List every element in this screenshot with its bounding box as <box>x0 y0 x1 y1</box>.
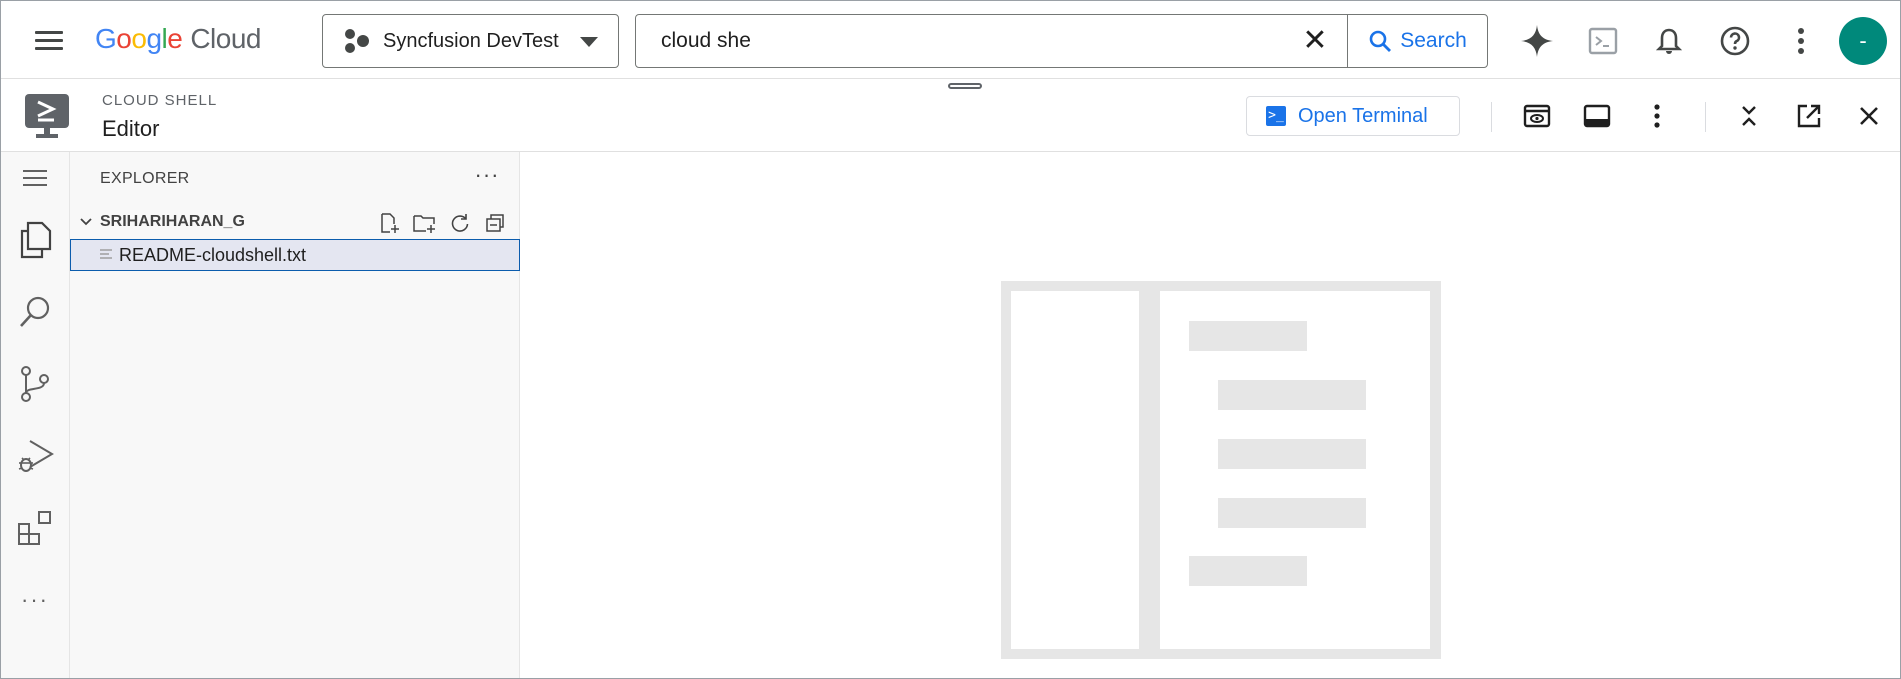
new-file-icon[interactable] <box>377 212 403 234</box>
google-cloud-logo[interactable]: Google Cloud <box>95 23 261 55</box>
resize-handle[interactable] <box>948 83 982 89</box>
cloud-shell-logo-icon <box>25 94 69 138</box>
run-debug-icon[interactable] <box>11 432 59 480</box>
source-control-icon[interactable] <box>11 360 59 408</box>
more-icon[interactable]: ··· <box>11 576 59 624</box>
toggle-panel-icon[interactable] <box>1577 96 1617 136</box>
open-in-new-window-icon[interactable] <box>1789 96 1829 136</box>
refresh-icon[interactable] <box>447 212 473 234</box>
new-folder-icon[interactable] <box>412 212 438 234</box>
minimize-icon[interactable] <box>1729 96 1769 136</box>
folder-name: SRIHARIHARAN_G <box>100 213 245 230</box>
search-icon <box>1369 30 1392 52</box>
top-bar: Google Cloud Syncfusion DevTest cloud she… <box>1 1 1900 79</box>
explorer-more-icon[interactable]: ··· <box>470 162 504 192</box>
empty-editor-illustration <box>1001 281 1441 659</box>
gemini-sparkle-icon[interactable] <box>1515 19 1559 63</box>
project-name: Syncfusion DevTest <box>383 29 559 52</box>
explorer-title: EXPLORER <box>100 170 190 187</box>
open-terminal-button[interactable]: >_ Open Terminal <box>1246 96 1460 136</box>
main-menu-icon[interactable] <box>29 25 69 57</box>
close-icon[interactable] <box>1849 96 1889 136</box>
search-button[interactable]: Search <box>1347 15 1487 67</box>
editor-title: Editor <box>102 116 160 141</box>
more-vert-icon[interactable] <box>1779 19 1823 63</box>
text-file-icon <box>100 249 112 259</box>
file-name: README-cloudshell.txt <box>119 244 307 265</box>
account-avatar[interactable]: - <box>1839 17 1887 65</box>
project-icon <box>343 27 371 55</box>
clear-search-icon[interactable]: ✕ <box>1293 19 1337 63</box>
collapse-all-icon[interactable] <box>482 212 508 234</box>
file-item-readme[interactable]: README-cloudshell.txt <box>70 239 520 271</box>
divider <box>1491 102 1492 132</box>
web-preview-icon[interactable] <box>1517 96 1557 136</box>
activity-bar: ··· <box>1 152 70 678</box>
notifications-bell-icon[interactable] <box>1647 19 1691 63</box>
project-picker[interactable]: Syncfusion DevTest <box>322 14 619 68</box>
chevron-down-icon <box>580 37 598 47</box>
search-bar: cloud she ✕ Search <box>635 14 1488 68</box>
menu-icon[interactable] <box>11 154 59 202</box>
extensions-icon[interactable] <box>11 504 59 552</box>
editor-area <box>520 152 1900 678</box>
cloud-shell-terminal-icon[interactable] <box>1581 19 1625 63</box>
open-terminal-label: Open Terminal <box>1298 104 1428 127</box>
cloud-shell-label: CLOUD SHELL <box>102 92 218 109</box>
chevron-down-icon <box>80 218 92 226</box>
divider <box>1705 102 1706 132</box>
window-frame: Google Cloud Syncfusion DevTest cloud she… <box>0 0 1901 679</box>
explorer-files-icon[interactable] <box>11 216 59 264</box>
explorer-panel: EXPLORER ··· SRIHARIHARAN_G README-cloud… <box>70 152 520 678</box>
terminal-icon: >_ <box>1266 106 1286 126</box>
search-button-label: Search <box>1400 29 1467 52</box>
search-icon[interactable] <box>11 288 59 336</box>
more-vert-icon[interactable] <box>1637 96 1677 136</box>
search-input[interactable]: cloud she <box>661 29 1293 53</box>
help-icon[interactable] <box>1713 19 1757 63</box>
cloud-shell-header: CLOUD SHELL Editor >_ Open Terminal <box>1 80 1900 152</box>
